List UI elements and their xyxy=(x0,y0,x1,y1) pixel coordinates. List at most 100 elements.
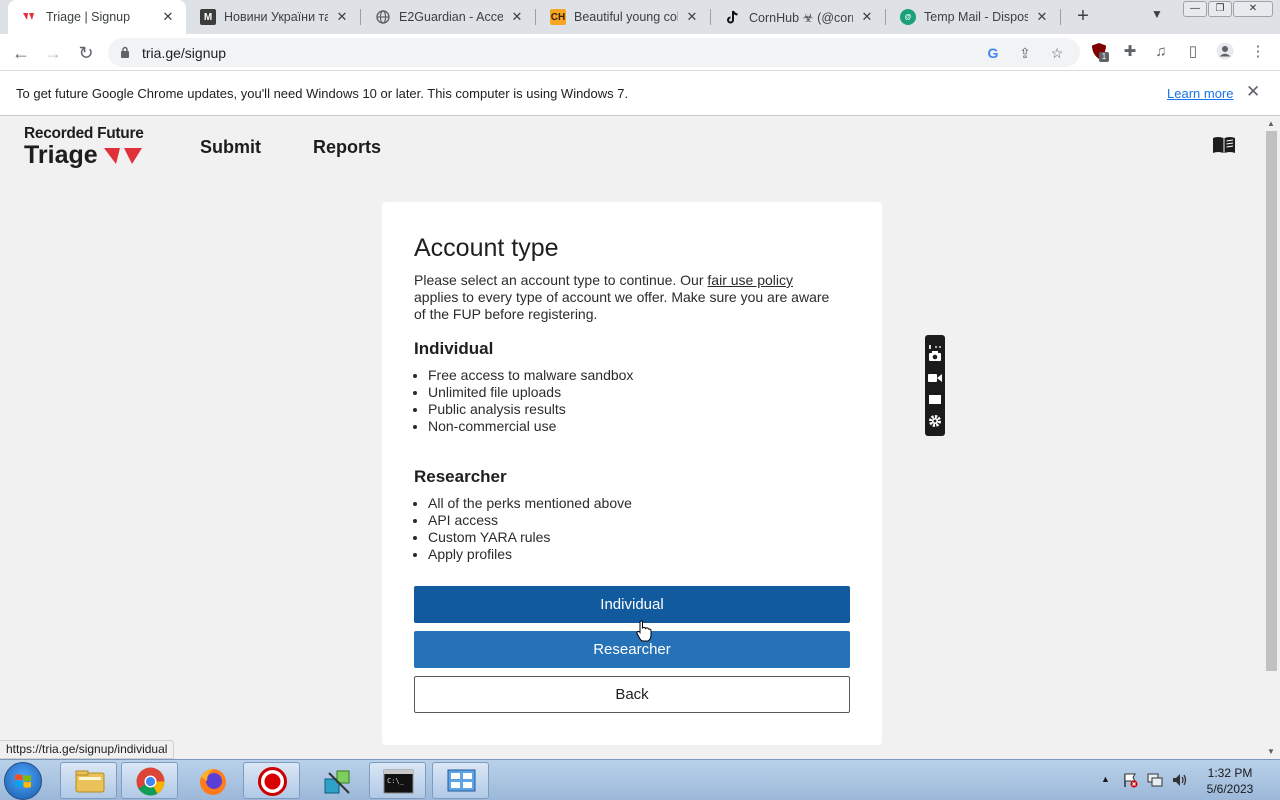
google-lens-icon[interactable]: G xyxy=(984,44,1002,62)
globe-icon xyxy=(375,9,391,25)
ublock-extension-icon[interactable]: 1 xyxy=(1089,42,1109,62)
fair-use-policy-link[interactable]: fair use policy xyxy=(707,272,793,288)
kebab-menu-icon[interactable]: ⋮ xyxy=(1248,42,1268,62)
intro-text: Please select an account type to continu… xyxy=(414,272,830,322)
url-text: tria.ge/signup xyxy=(142,45,227,61)
close-tab-icon[interactable]: ✕ xyxy=(684,9,700,25)
action-center-flag-icon[interactable] xyxy=(1122,772,1138,791)
record-icon xyxy=(258,767,287,796)
taskbar-explorer[interactable] xyxy=(60,762,117,799)
svg-text:C:\_: C:\_ xyxy=(387,777,405,785)
screen-recorder-toolbar xyxy=(925,335,945,436)
address-bar[interactable]: tria.ge/signup G ⇪ ☆ xyxy=(108,38,1080,67)
learn-more-link[interactable]: Learn more xyxy=(1167,86,1233,101)
scroll-down-arrow-icon[interactable]: ▼ xyxy=(1267,747,1275,756)
settings-gear-icon[interactable] xyxy=(928,414,942,428)
tab-search-chevron-icon[interactable]: ▼ xyxy=(1151,7,1163,21)
drag-handle-icon[interactable] xyxy=(928,337,942,349)
close-tab-icon[interactable]: ✕ xyxy=(334,9,350,25)
taskbar-network-app[interactable] xyxy=(308,762,365,799)
folder-icon xyxy=(75,770,105,793)
side-panel-icon[interactable]: ▯ xyxy=(1183,42,1203,62)
triage-logo-icon xyxy=(103,147,142,164)
taskbar-firefox[interactable] xyxy=(182,762,239,799)
camera-icon[interactable] xyxy=(928,349,942,361)
tab-separator xyxy=(1060,9,1061,25)
tab-cobra[interactable]: CH Beautiful young cob ✕ xyxy=(536,0,710,34)
video-camera-icon[interactable] xyxy=(928,371,942,383)
list-item: Free access to malware sandbox xyxy=(428,367,633,384)
book-icon[interactable] xyxy=(1212,135,1236,160)
researcher-button[interactable]: Researcher xyxy=(414,631,850,668)
window-close-button[interactable]: ✕ xyxy=(1233,1,1273,17)
screen-icon[interactable] xyxy=(928,393,942,405)
scroll-up-arrow-icon[interactable]: ▲ xyxy=(1267,119,1275,128)
profile-avatar-icon[interactable] xyxy=(1215,42,1235,62)
tab-triage-signup[interactable]: Triage | Signup ✕ xyxy=(8,0,186,34)
nav-submit[interactable]: Submit xyxy=(200,137,261,158)
firefox-icon xyxy=(200,769,226,795)
volume-icon[interactable] xyxy=(1171,772,1189,791)
ch-icon: CH xyxy=(550,9,566,25)
windows-taskbar: C:\_ ▲ 1:32 PM 5/6/2023 xyxy=(0,759,1280,800)
nav-reports[interactable]: Reports xyxy=(313,137,381,158)
update-infobar: To get future Google Chrome updates, you… xyxy=(0,71,1280,116)
clock-date: 5/6/2023 xyxy=(1206,782,1254,796)
share-icon[interactable]: ⇪ xyxy=(1016,44,1034,62)
list-item: Unlimited file uploads xyxy=(428,384,633,401)
taskbar-chrome[interactable] xyxy=(121,762,178,799)
network-icon[interactable] xyxy=(1146,772,1164,791)
list-item: Custom YARA rules xyxy=(428,529,632,546)
list-item: Apply profiles xyxy=(428,546,632,563)
list-item: Non-commercial use xyxy=(428,418,633,435)
browser-toolbar: ← → ↻ tria.ge/signup G ⇪ ☆ 1 ✚ ♫ ▯ ⋮ xyxy=(0,34,1280,71)
minimize-button[interactable]: — xyxy=(1183,1,1207,17)
taskbar-recorder[interactable] xyxy=(243,762,300,799)
tab-title: Triage | Signup xyxy=(46,10,131,24)
restore-button[interactable]: ❐ xyxy=(1208,1,1232,17)
close-tab-icon[interactable]: ✕ xyxy=(859,9,875,25)
start-button[interactable] xyxy=(4,762,42,800)
media-control-icon[interactable]: ♫ xyxy=(1151,42,1171,62)
tab-tiktok[interactable]: CornHub ☣ (@cornh ✕ xyxy=(711,0,885,34)
page-content: Recorded Future Triage Submit Reports Ac… xyxy=(0,117,1264,759)
tab-title: Beautiful young cob xyxy=(574,10,678,24)
individual-button[interactable]: Individual xyxy=(414,586,850,623)
taskbar-command-prompt[interactable]: C:\_ xyxy=(369,762,426,799)
triage-icon xyxy=(22,9,38,25)
taskbar-control-panel[interactable] xyxy=(432,762,489,799)
network-app-icon xyxy=(324,770,350,794)
m-icon: M xyxy=(200,9,216,25)
individual-heading: Individual xyxy=(414,339,494,358)
show-hidden-icons-icon[interactable]: ▲ xyxy=(1101,774,1110,784)
tab-news[interactable]: M Новини України та С ✕ xyxy=(186,0,360,34)
researcher-perks-list: All of the perks mentioned above API acc… xyxy=(428,495,632,563)
forward-arrow-icon[interactable]: → xyxy=(41,41,65,65)
recorded-future-triage-logo[interactable]: Recorded Future Triage xyxy=(24,125,146,170)
close-tab-icon[interactable]: ✕ xyxy=(509,9,525,25)
status-url: https://tria.ge/signup/individual xyxy=(0,740,175,759)
reload-icon[interactable]: ↻ xyxy=(74,41,98,65)
bookmark-star-icon[interactable]: ☆ xyxy=(1048,44,1066,62)
close-tab-icon[interactable]: ✕ xyxy=(1034,9,1050,25)
page-scrollbar[interactable]: ▲ ▼ xyxy=(1264,117,1280,759)
scrollbar-thumb[interactable] xyxy=(1266,131,1277,671)
extensions-puzzle-icon[interactable]: ✚ xyxy=(1120,42,1140,62)
close-icon[interactable]: ✕ xyxy=(1246,82,1260,102)
lock-icon xyxy=(121,46,129,58)
tab-title: Temp Mail - Disposa xyxy=(924,10,1028,24)
tempmail-icon: @ xyxy=(900,9,916,25)
infobar-message: To get future Google Chrome updates, you… xyxy=(16,86,629,101)
tab-title: CornHub ☣ (@cornh xyxy=(749,10,853,25)
close-tab-icon[interactable]: ✕ xyxy=(160,9,176,25)
back-arrow-icon[interactable]: ← xyxy=(9,41,33,65)
new-tab-button[interactable]: + xyxy=(1072,5,1094,27)
tab-e2guardian[interactable]: E2Guardian - Access ✕ xyxy=(361,0,535,34)
back-button[interactable]: Back xyxy=(414,676,850,713)
chrome-icon xyxy=(136,767,165,796)
system-clock[interactable]: 1:32 PM 5/6/2023 xyxy=(1198,765,1262,797)
extension-badge: 1 xyxy=(1099,52,1109,62)
tiktok-icon xyxy=(725,9,741,25)
card-title: Account type xyxy=(414,234,559,262)
tab-temp-mail[interactable]: @ Temp Mail - Disposa ✕ xyxy=(886,0,1060,34)
